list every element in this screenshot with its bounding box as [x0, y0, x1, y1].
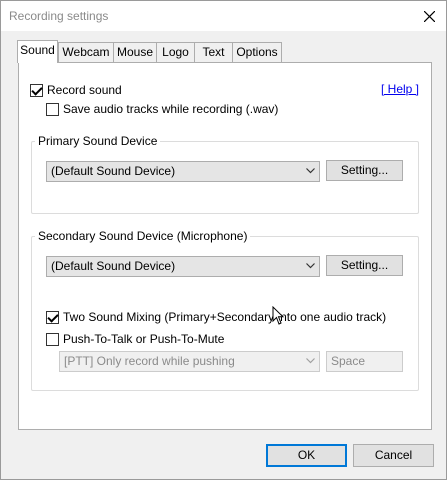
- push-to-talk-checkbox[interactable]: [46, 332, 59, 346]
- tab-webcam[interactable]: Webcam: [58, 42, 114, 62]
- close-button[interactable]: [418, 5, 440, 27]
- tab-logo[interactable]: Logo: [156, 42, 195, 62]
- secondary-device-select[interactable]: (Default Sound Device): [46, 256, 320, 277]
- sound-tab-panel: Record sound [ Help ] Save audio tracks …: [18, 62, 432, 430]
- record-sound-checkbox-row[interactable]: Record sound: [30, 82, 122, 98]
- record-sound-checkbox[interactable]: [30, 83, 43, 97]
- chevron-down-icon: [306, 358, 315, 364]
- save-wav-checkbox-row[interactable]: Save audio tracks while recording (.wav): [46, 101, 278, 117]
- tab-sound[interactable]: Sound: [17, 40, 58, 63]
- tab-text[interactable]: Text: [194, 42, 233, 62]
- ok-button[interactable]: OK: [266, 444, 347, 467]
- secondary-group-label: Secondary Sound Device (Microphone): [35, 229, 251, 243]
- window-title: Recording settings: [9, 9, 109, 23]
- secondary-device-value: (Default Sound Device): [51, 259, 176, 273]
- chevron-down-icon: [306, 263, 315, 269]
- title-bar: Recording settings: [1, 1, 446, 31]
- save-wav-checkbox[interactable]: [46, 102, 59, 116]
- secondary-setting-button[interactable]: Setting...: [326, 255, 403, 276]
- primary-device-select[interactable]: (Default Sound Device): [46, 161, 320, 182]
- recording-settings-dialog: Recording settings Sound Webcam Mouse Lo…: [0, 0, 447, 480]
- cancel-button[interactable]: Cancel: [353, 444, 434, 467]
- primary-group-label: Primary Sound Device: [35, 134, 161, 148]
- save-wav-label: Save audio tracks while recording (.wav): [63, 102, 279, 116]
- mouse-cursor-icon: [272, 305, 285, 326]
- record-sound-label: Record sound: [47, 83, 122, 97]
- tab-mouse[interactable]: Mouse: [113, 42, 157, 62]
- close-icon: [423, 10, 435, 22]
- ptt-mode-value: [PTT] Only record while pushing: [64, 354, 235, 368]
- two-sound-mixing-checkbox-row[interactable]: Two Sound Mixing (Primary+Secondary into…: [46, 309, 386, 325]
- chevron-down-icon: [306, 168, 315, 174]
- help-link[interactable]: [ Help ]: [381, 82, 419, 96]
- push-to-talk-label: Push-To-Talk or Push-To-Mute: [63, 332, 225, 346]
- ptt-hotkey-field[interactable]: Space: [326, 351, 403, 372]
- tab-options[interactable]: Options: [232, 42, 282, 62]
- two-sound-mixing-label: Two Sound Mixing (Primary+Secondary into…: [63, 310, 387, 324]
- primary-device-value: (Default Sound Device): [51, 164, 176, 178]
- ptt-mode-select[interactable]: [PTT] Only record while pushing: [59, 351, 320, 372]
- two-sound-mixing-checkbox[interactable]: [46, 310, 59, 324]
- primary-setting-button[interactable]: Setting...: [326, 160, 403, 181]
- push-to-talk-checkbox-row[interactable]: Push-To-Talk or Push-To-Mute: [46, 331, 224, 347]
